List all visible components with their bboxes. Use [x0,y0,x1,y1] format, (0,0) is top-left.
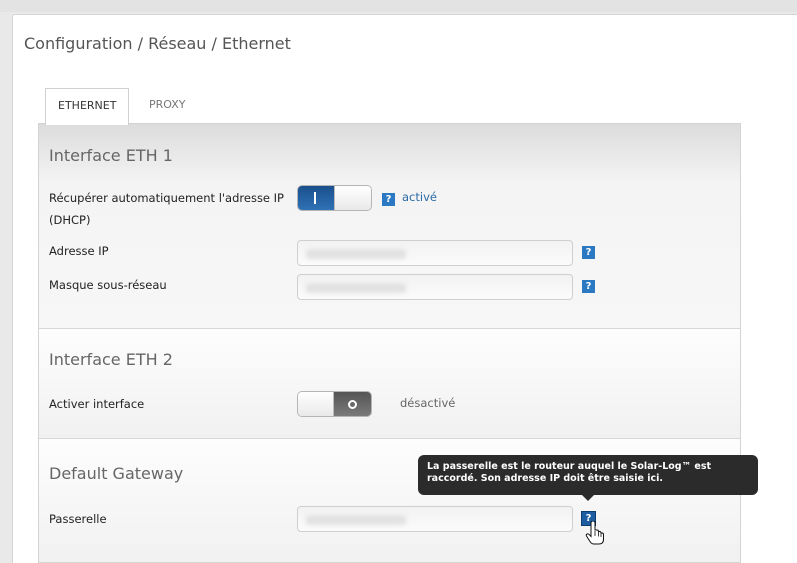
redacted-value [306,283,406,293]
toggle-off-bar [334,392,371,416]
top-strip [0,0,797,12]
tab-proxy[interactable]: PROXY [137,88,198,124]
help-icon[interactable]: ? [582,246,595,259]
hand-cursor-icon [585,520,605,548]
gateway-label: Passerelle [49,512,107,526]
ip-label: Adresse IP [49,244,109,258]
dhcp-status: activé [402,190,437,204]
subnet-mask-label: Masque sous-réseau [49,278,167,292]
help-icon[interactable]: ? [582,280,595,293]
toggle-knob [334,186,371,210]
settings-panel: Interface ETH 1 Récupérer automatiquemen… [38,123,741,563]
section-title-gateway: Default Gateway [49,464,184,483]
toggle-knob [298,392,334,416]
section-eth2: Interface ETH 2 Activer interface désact… [39,329,740,439]
enable-interface-toggle[interactable] [297,391,372,417]
ip-address-field[interactable] [297,240,573,266]
dhcp-label: Récupérer automatiquement l'adresse IP (… [49,191,284,227]
section-title-eth2: Interface ETH 2 [49,350,173,369]
redacted-value [306,515,406,525]
enable-interface-label: Activer interface [49,397,145,411]
breadcrumb: Configuration / Réseau / Ethernet [24,34,291,53]
gateway-tooltip: La passerelle est le routeur auquel le S… [418,455,758,501]
enable-interface-status: désactivé [400,396,456,410]
tooltip-text: La passerelle est le routeur auquel le S… [427,461,712,484]
tab-ethernet[interactable]: ETHERNET [45,88,130,125]
subnet-mask-field[interactable] [297,274,573,300]
redacted-value [306,249,406,259]
help-icon[interactable]: ? [382,193,395,206]
tooltip-arrow [582,495,594,501]
dhcp-toggle[interactable] [297,185,372,211]
section-eth1: Interface ETH 1 Récupérer automatiquemen… [39,124,740,329]
toggle-on-bar [298,186,334,210]
section-title-eth1: Interface ETH 1 [49,146,173,165]
gateway-field[interactable] [297,506,573,532]
